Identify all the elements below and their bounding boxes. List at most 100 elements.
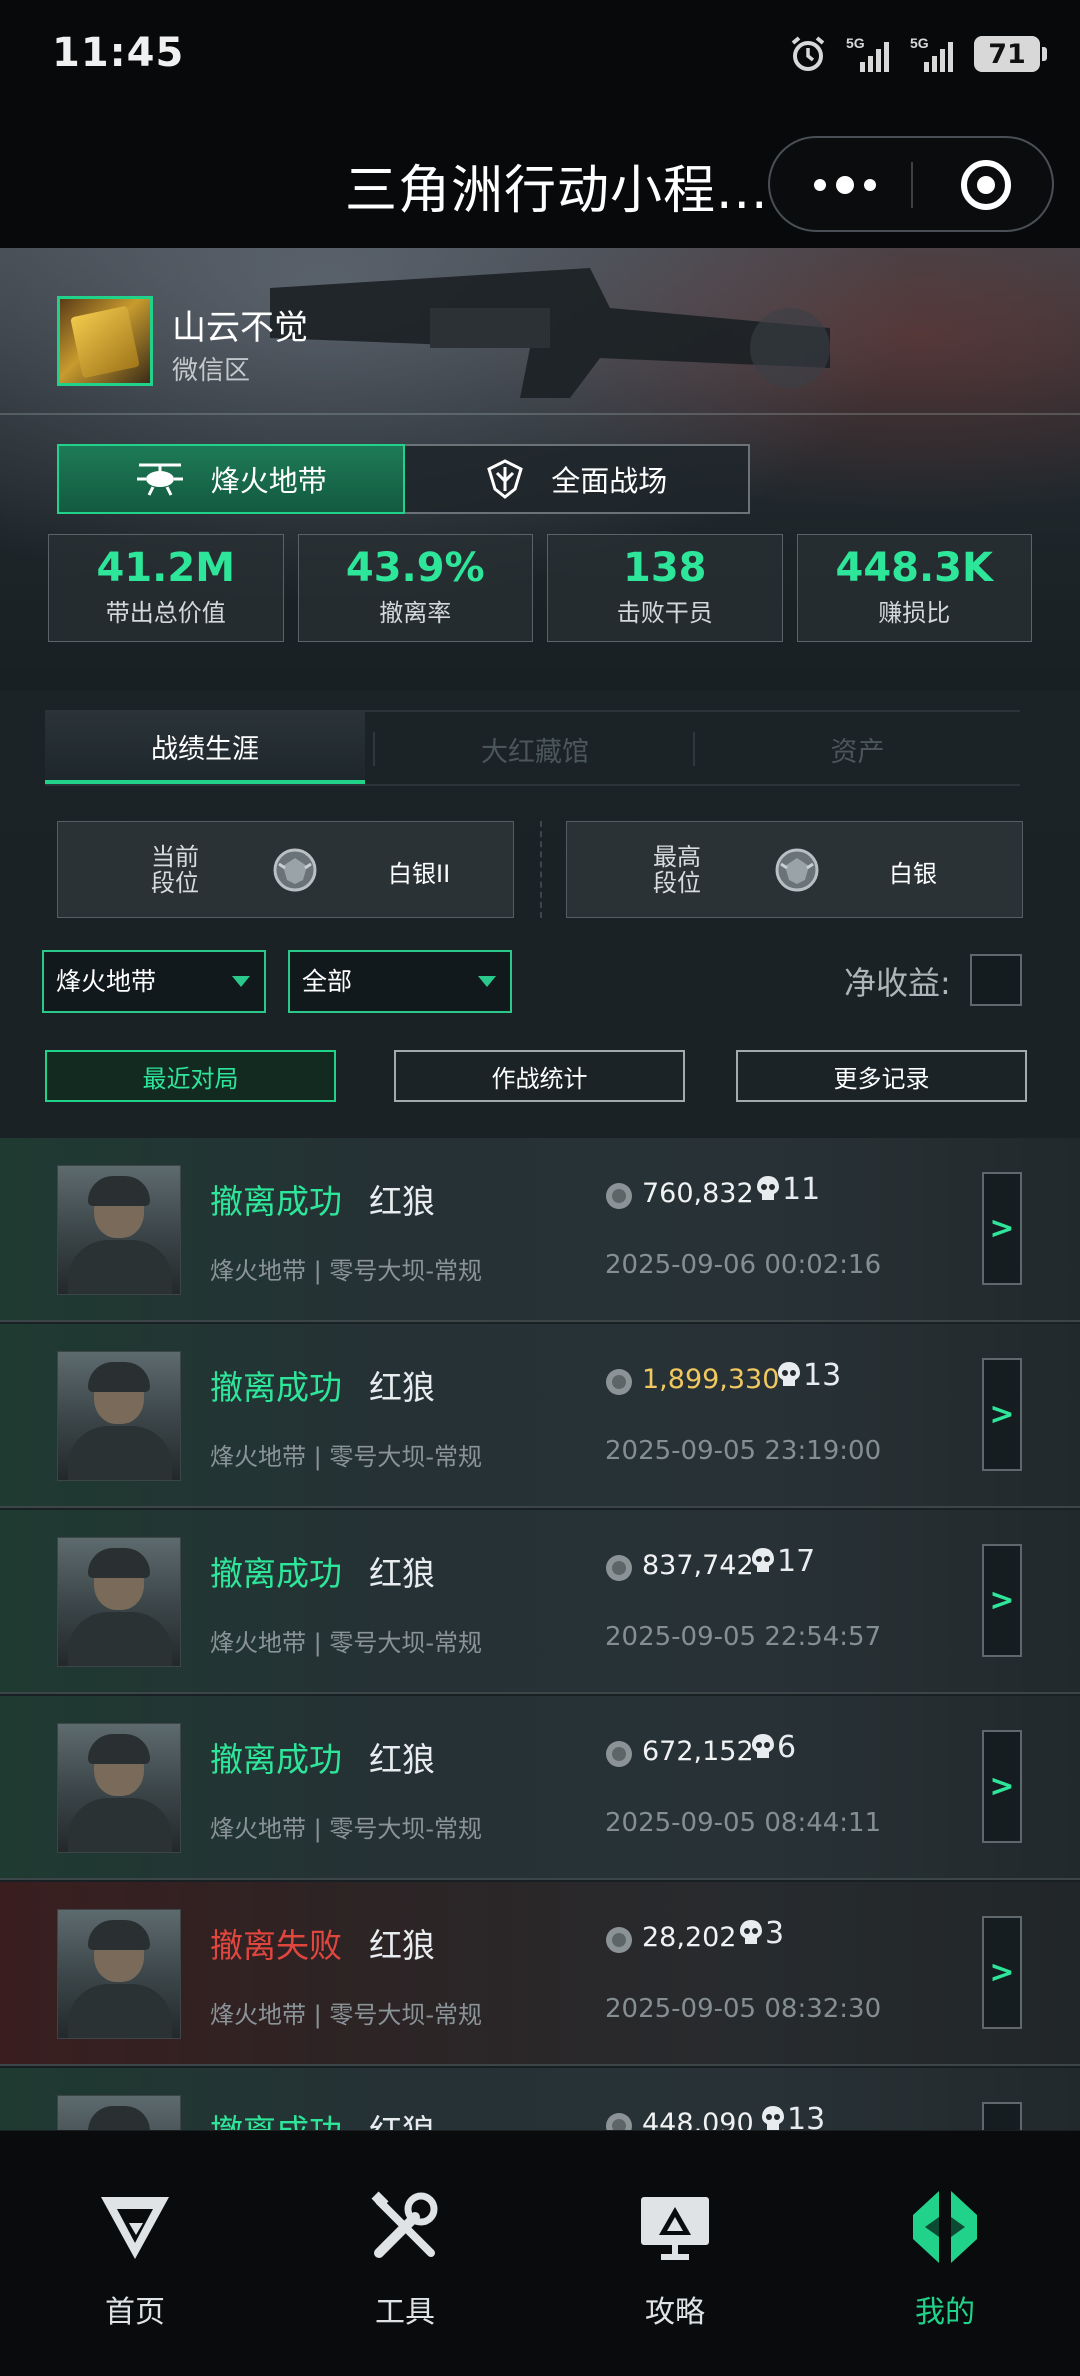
match-value: 760,832 — [642, 1178, 754, 1209]
match-kills: 6 — [777, 1730, 797, 1765]
tab-career[interactable]: 战绩生涯 — [45, 712, 365, 786]
skull-icon — [740, 1920, 762, 1944]
operator-avatar — [57, 1165, 181, 1295]
match-detail-button[interactable]: > — [982, 1730, 1022, 1843]
more-records-button[interactable]: 更多记录 — [736, 1050, 1027, 1102]
operator-avatar — [57, 1537, 181, 1667]
current-rank-card: 当前 段位 白银II — [57, 821, 514, 918]
profile-emblem-icon — [913, 2191, 977, 2263]
match-row[interactable]: 撤离失败 红狼 烽火地带 | 零号大坝-常规 28,202 3 2025-09-… — [0, 1882, 1080, 2066]
stat-kills: 138 击败干员 — [547, 534, 783, 642]
nav-profile[interactable]: 我的 — [845, 2187, 1045, 2331]
skull-icon — [752, 1548, 774, 1572]
match-operator: 红狼 — [369, 1182, 435, 1221]
skull-icon — [752, 1734, 774, 1758]
match-operator: 红狼 — [369, 1368, 435, 1407]
signal-2-label: 5G — [910, 35, 929, 51]
match-result: 撤离成功 — [210, 1740, 342, 1779]
status-time: 11:45 — [52, 30, 185, 76]
avatar[interactable] — [57, 296, 153, 386]
nav-guide[interactable]: 攻略 — [575, 2187, 775, 2331]
guide-monitor-icon — [641, 2197, 709, 2260]
net-profit-checkbox[interactable] — [970, 954, 1022, 1006]
match-value: 837,742 — [642, 1550, 754, 1581]
match-kills: 13 — [787, 2102, 826, 2130]
match-value: 448,090 — [642, 2108, 754, 2130]
match-map: 烽火地带 | 零号大坝-常规 — [210, 1443, 483, 1471]
match-value: 28,202 — [642, 1922, 737, 1953]
match-result: 撤离成功 — [210, 1368, 342, 1407]
bottom-nav: 首页 工具 攻略 我的 — [0, 2130, 1080, 2376]
match-row[interactable]: 撤离成功 红狼 烽火地带 | 零号大坝-常规 1,899,330 13 2025… — [0, 1324, 1080, 1508]
stat-extract-rate: 43.9% 撤离率 — [297, 534, 533, 642]
skull-icon — [778, 1362, 800, 1386]
shield-emblem-icon — [487, 459, 524, 499]
net-profit-label: 净收益: — [844, 964, 951, 1002]
stat-label: 撤离率 — [379, 599, 452, 627]
match-kills: 13 — [803, 1358, 842, 1393]
sub-tabs-underline — [45, 784, 1020, 786]
recent-matches-button[interactable]: 最近对局 — [45, 1050, 336, 1102]
match-detail-button[interactable]: > — [982, 1358, 1022, 1471]
tab-assets[interactable]: 资产 — [695, 712, 1020, 786]
user-name: 山云不觉 — [172, 308, 308, 348]
match-detail-button[interactable]: > — [982, 1916, 1022, 2029]
status-bar: 11:45 5G 5G 71 — [0, 0, 1080, 118]
mini-program-capsule — [768, 136, 1054, 232]
mode-select[interactable]: 烽火地带 — [42, 950, 266, 1013]
highest-rank-card: 最高 段位 白银 — [566, 821, 1023, 918]
stat-value: 43.9% — [345, 545, 485, 591]
tab-firezone[interactable]: 烽火地带 — [57, 444, 405, 514]
tab-battlefield[interactable]: 全面战场 — [404, 446, 748, 512]
delta-logo-icon — [101, 2197, 169, 2259]
coin-icon — [606, 1183, 632, 1209]
coin-icon — [606, 1369, 632, 1395]
battery-icon: 71 — [974, 36, 1047, 72]
match-map: 烽火地带 | 零号大坝-常规 — [210, 2001, 483, 2029]
highest-rank-caption: 最高 段位 — [642, 844, 712, 896]
chevron-down-icon — [478, 976, 496, 987]
target-icon[interactable] — [959, 158, 1013, 212]
match-value: 1,899,330 — [642, 1364, 780, 1395]
match-operator: 红狼 — [369, 1926, 435, 1965]
match-detail-button[interactable] — [982, 2102, 1022, 2130]
match-map: 烽火地带 | 零号大坝-常规 — [210, 1629, 483, 1657]
skull-icon — [757, 1176, 779, 1200]
match-date: 2025-09-05 22:54:57 — [605, 1622, 882, 1652]
tab-battlefield-label: 全面战场 — [551, 464, 668, 498]
current-rank-value: 白银II — [388, 860, 451, 888]
match-row[interactable]: 撤离成功 红狼 烽火地带 | 零号大坝-常规 760,832 11 2025-0… — [0, 1138, 1080, 1322]
coin-icon — [606, 1741, 632, 1767]
stat-total-value: 41.2M 带出总价值 — [48, 534, 284, 642]
nav-home-label: 首页 — [105, 2295, 165, 2330]
current-rank-caption: 当前 段位 — [140, 844, 210, 896]
signal-5g-icon: 5G — [846, 35, 889, 72]
match-kills: 11 — [782, 1172, 821, 1207]
hero-divider — [0, 413, 1080, 415]
battle-stats-button[interactable]: 作战统计 — [394, 1050, 685, 1102]
tools-icon — [371, 2191, 438, 2258]
rank-emblem-icon — [775, 848, 819, 892]
match-detail-button[interactable]: > — [982, 1544, 1022, 1657]
tab-collection[interactable]: 大红藏馆 — [375, 712, 695, 786]
operator-avatar — [57, 1351, 181, 1481]
caption-line: 最高 — [653, 843, 701, 871]
match-kills: 3 — [765, 1916, 785, 1951]
operator-avatar — [57, 1909, 181, 2039]
more-dots-icon[interactable] — [810, 168, 880, 202]
match-date: 2025-09-05 08:32:30 — [605, 1994, 882, 2024]
rank-emblem-icon — [273, 848, 317, 892]
user-zone: 微信区 — [172, 356, 251, 386]
nav-profile-label: 我的 — [915, 2295, 975, 2330]
operator-avatar — [57, 1723, 181, 1853]
stat-value: 138 — [623, 545, 707, 591]
scope-select[interactable]: 全部 — [288, 950, 512, 1013]
match-row[interactable]: 撤离成功 红狼 烽火地带 | 零号大坝-常规 672,152 6 2025-09… — [0, 1696, 1080, 1880]
coin-icon — [606, 2113, 632, 2130]
coin-icon — [606, 1927, 632, 1953]
nav-home[interactable]: 首页 — [35, 2187, 235, 2331]
match-detail-button[interactable]: > — [982, 1172, 1022, 1285]
match-row[interactable]: 撤离成功 红狼 烽火地带 | 零号大坝-常规 837,742 17 2025-0… — [0, 1510, 1080, 1694]
nav-tools[interactable]: 工具 — [305, 2187, 505, 2331]
match-row[interactable]: 撤离成功 红狼 448,090 13 — [0, 2068, 1080, 2130]
